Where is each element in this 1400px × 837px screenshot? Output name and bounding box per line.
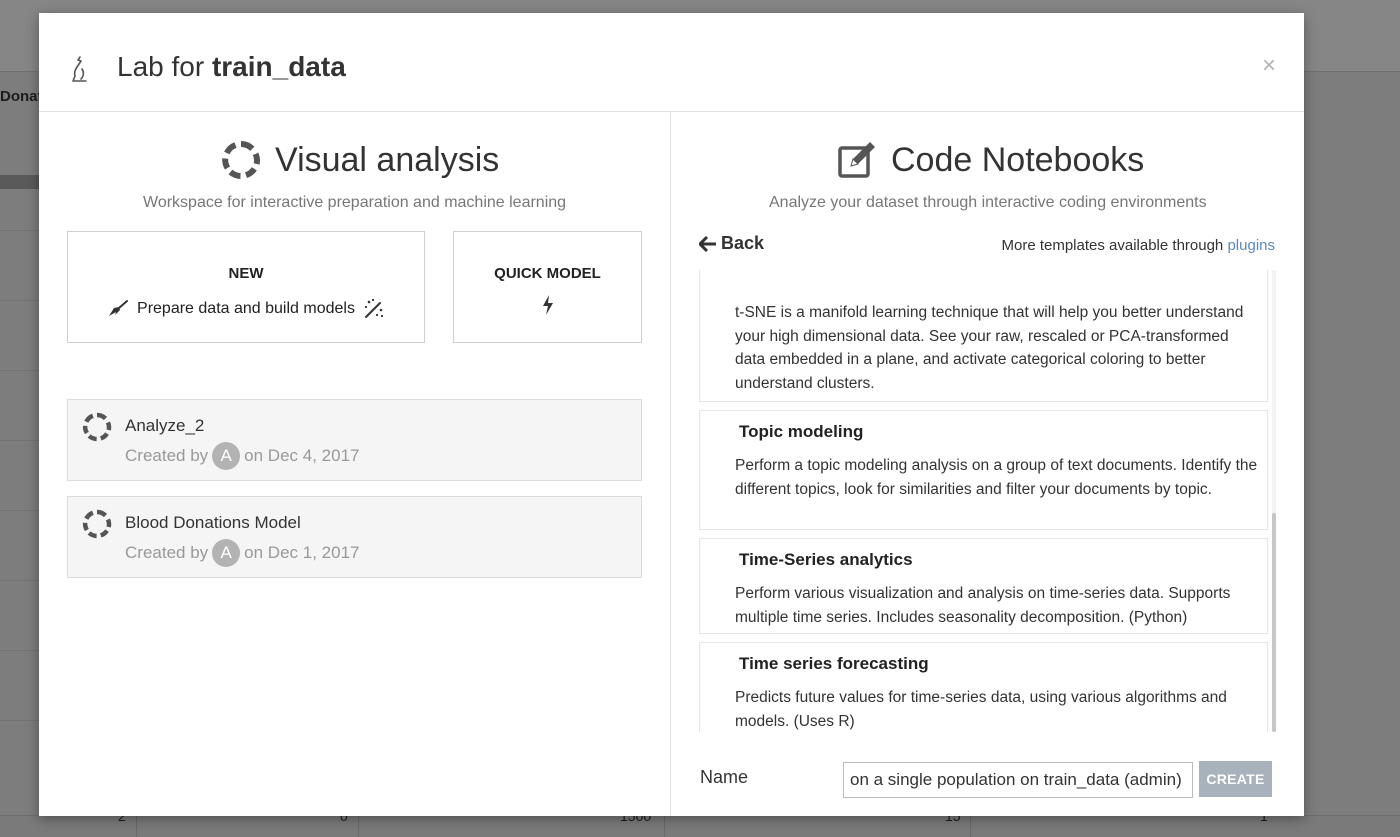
close-button[interactable]: × xyxy=(1262,54,1276,78)
avatar: A xyxy=(212,539,241,567)
avatar: A xyxy=(212,442,241,470)
template-name: Time series forecasting xyxy=(739,654,929,673)
template-description: Predicts future values for time-series d… xyxy=(735,689,1227,730)
background-row-line xyxy=(0,440,40,441)
new-analysis-description-row: Prepare data and build models xyxy=(68,298,424,320)
code-notebooks-panel: Code Notebooks Analyze your dataset thro… xyxy=(671,112,1304,816)
background-footer-row: 2 0 1500 15 1 xyxy=(0,808,1400,837)
analysis-ring-icon xyxy=(222,141,260,179)
arrow-left-icon xyxy=(699,235,716,252)
create-button[interactable]: CREATE xyxy=(1199,761,1272,797)
background-column-header: Donat xyxy=(0,88,43,105)
background-row-line xyxy=(0,230,40,231)
name-label: Name xyxy=(700,767,749,787)
notebook-template-card[interactable]: Time series forecasting Predicts future … xyxy=(699,642,1268,732)
analysis-name: Analyze_2 xyxy=(125,416,205,435)
lightning-icon xyxy=(542,295,553,315)
created-date: on Dec 4, 2017 xyxy=(244,446,360,465)
template-name: Topic modeling xyxy=(739,422,864,441)
new-analysis-title: NEW xyxy=(228,265,264,282)
analysis-ring-icon xyxy=(82,412,112,442)
visual-analysis-subtitle: Workspace for interactive preparation an… xyxy=(143,194,567,211)
back-label: Back xyxy=(721,233,765,253)
analysis-ring-icon xyxy=(82,509,112,539)
plugins-link[interactable]: plugins xyxy=(1227,237,1275,254)
notebook-template-list: t-SNE is a manifold learning technique t… xyxy=(699,270,1276,732)
new-analysis-button[interactable]: NEW Prepare data and build models xyxy=(67,231,425,343)
created-by-label: Created by xyxy=(125,543,209,562)
notebook-name-input[interactable] xyxy=(843,762,1193,798)
modal-title-dataset: train_data xyxy=(211,51,346,82)
flask-icon xyxy=(72,56,87,82)
code-notebooks-heading: Code Notebooks xyxy=(837,140,1144,180)
template-name: Time-Series analytics xyxy=(739,550,913,569)
code-notebooks-subtitle: Analyze your dataset through interactive… xyxy=(769,194,1207,211)
back-button[interactable]: Back xyxy=(699,233,764,254)
edit-notebook-icon xyxy=(838,142,875,178)
template-scrollbar[interactable] xyxy=(1272,513,1276,732)
created-by-label: Created by xyxy=(125,446,209,465)
more-templates-note: More templates available through plugins xyxy=(1001,237,1275,254)
analysis-meta: Created by A on Dec 4, 2017 xyxy=(125,442,359,470)
modal-title-prefix: Lab for xyxy=(117,51,212,82)
background-row-line xyxy=(0,370,40,371)
background-row-line xyxy=(0,580,40,581)
background-row-line xyxy=(0,650,40,651)
background-row-line xyxy=(0,300,40,301)
analysis-card[interactable]: Blood Donations Model Created by A on De… xyxy=(67,496,642,578)
analysis-meta: Created by A on Dec 1, 2017 xyxy=(125,539,359,567)
background-bar xyxy=(0,175,40,189)
lab-modal: Lab for train_data × Visual analysis Wor… xyxy=(39,13,1304,816)
visual-analysis-heading: Visual analysis xyxy=(221,140,499,180)
notebook-template-card[interactable]: Time-Series analytics Perform various vi… xyxy=(699,538,1268,634)
template-description: Perform various visualization and analys… xyxy=(735,585,1231,626)
template-description: t-SNE is a manifold learning technique t… xyxy=(735,304,1244,392)
background-row-line xyxy=(0,720,40,721)
notebook-template-card[interactable]: Topic modeling Perform a topic modeling … xyxy=(699,410,1268,530)
more-templates-text: More templates available through xyxy=(1001,237,1228,254)
analysis-card[interactable]: Analyze_2 Created by A on Dec 4, 2017 xyxy=(67,399,642,481)
notebook-template-card[interactable]: t-SNE is a manifold learning technique t… xyxy=(699,270,1268,402)
created-date: on Dec 1, 2017 xyxy=(244,543,360,562)
analysis-name: Blood Donations Model xyxy=(125,513,301,532)
new-analysis-description: Prepare data and build models xyxy=(137,300,355,317)
code-notebooks-title: Code Notebooks xyxy=(891,140,1145,179)
modal-header: Lab for train_data × xyxy=(39,13,1304,112)
visual-analysis-panel: Visual analysis Workspace for interactiv… xyxy=(39,112,670,816)
quick-model-title: QUICK MODEL xyxy=(494,265,601,282)
quick-model-button[interactable]: QUICK MODEL xyxy=(453,231,642,343)
quick-model-icon-row xyxy=(454,294,641,316)
template-description: Perform a topic modeling analysis on a g… xyxy=(735,457,1258,498)
visual-analysis-title: Visual analysis xyxy=(275,140,500,179)
modal-title: Lab for train_data xyxy=(117,51,346,83)
broom-icon xyxy=(109,300,129,316)
magic-wand-icon xyxy=(364,298,384,318)
background-row-line xyxy=(0,510,40,511)
